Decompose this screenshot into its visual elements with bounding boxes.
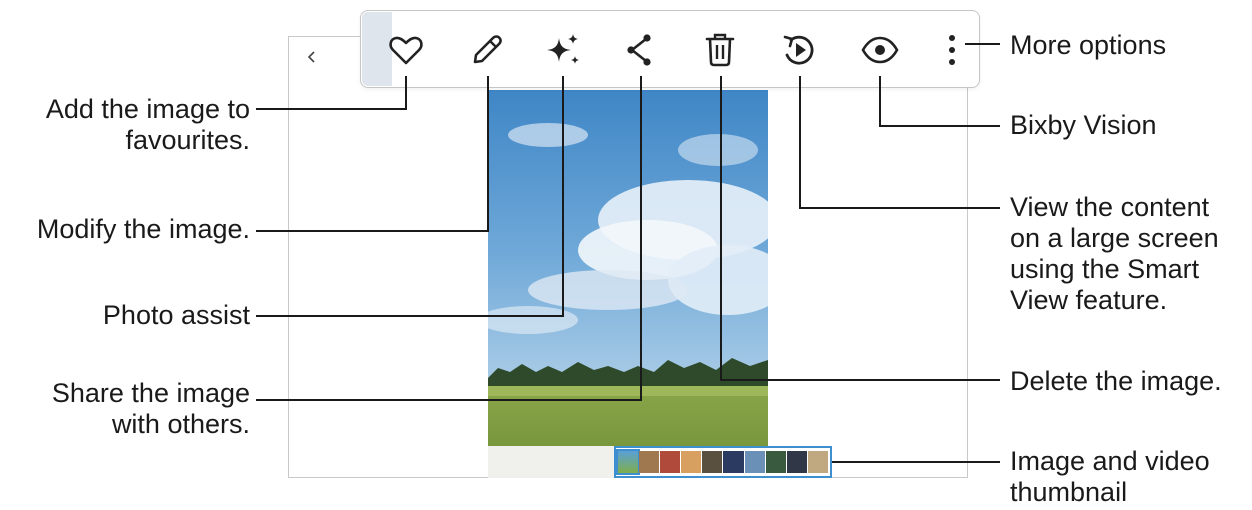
callout-smart-view: View the content on a large screen using…	[1010, 192, 1219, 316]
callout-photo-assist: Photo assist	[102, 300, 250, 330]
callout-modify: Modify the image.	[36, 214, 250, 244]
callout-favourites-line1: Add the image to	[45, 94, 250, 124]
callout-smart-view-line2: on a large screen	[1010, 223, 1219, 253]
callout-share: Share the image with others.	[52, 378, 250, 440]
callout-smart-view-line4: View feature.	[1010, 285, 1168, 315]
callout-smart-view-line3: using the Smart	[1010, 254, 1200, 284]
callout-favourites: Add the image to favourites.	[46, 94, 250, 156]
callout-more-options: More options	[1010, 30, 1167, 60]
callout-smart-view-line1: View the content	[1010, 192, 1210, 222]
callout-share-line1: Share the image	[51, 378, 250, 408]
callout-thumbnail-line1: Image and video	[1010, 446, 1210, 476]
callout-share-line2: with others.	[111, 409, 250, 439]
callout-favourites-line2: favourites.	[125, 125, 250, 155]
callout-thumbnail-line2: thumbnail	[1010, 477, 1128, 507]
callout-bixby-vision: Bixby Vision	[1010, 110, 1157, 140]
callout-thumbnail: Image and video thumbnail	[1010, 446, 1210, 508]
callout-delete: Delete the image.	[1010, 366, 1222, 396]
